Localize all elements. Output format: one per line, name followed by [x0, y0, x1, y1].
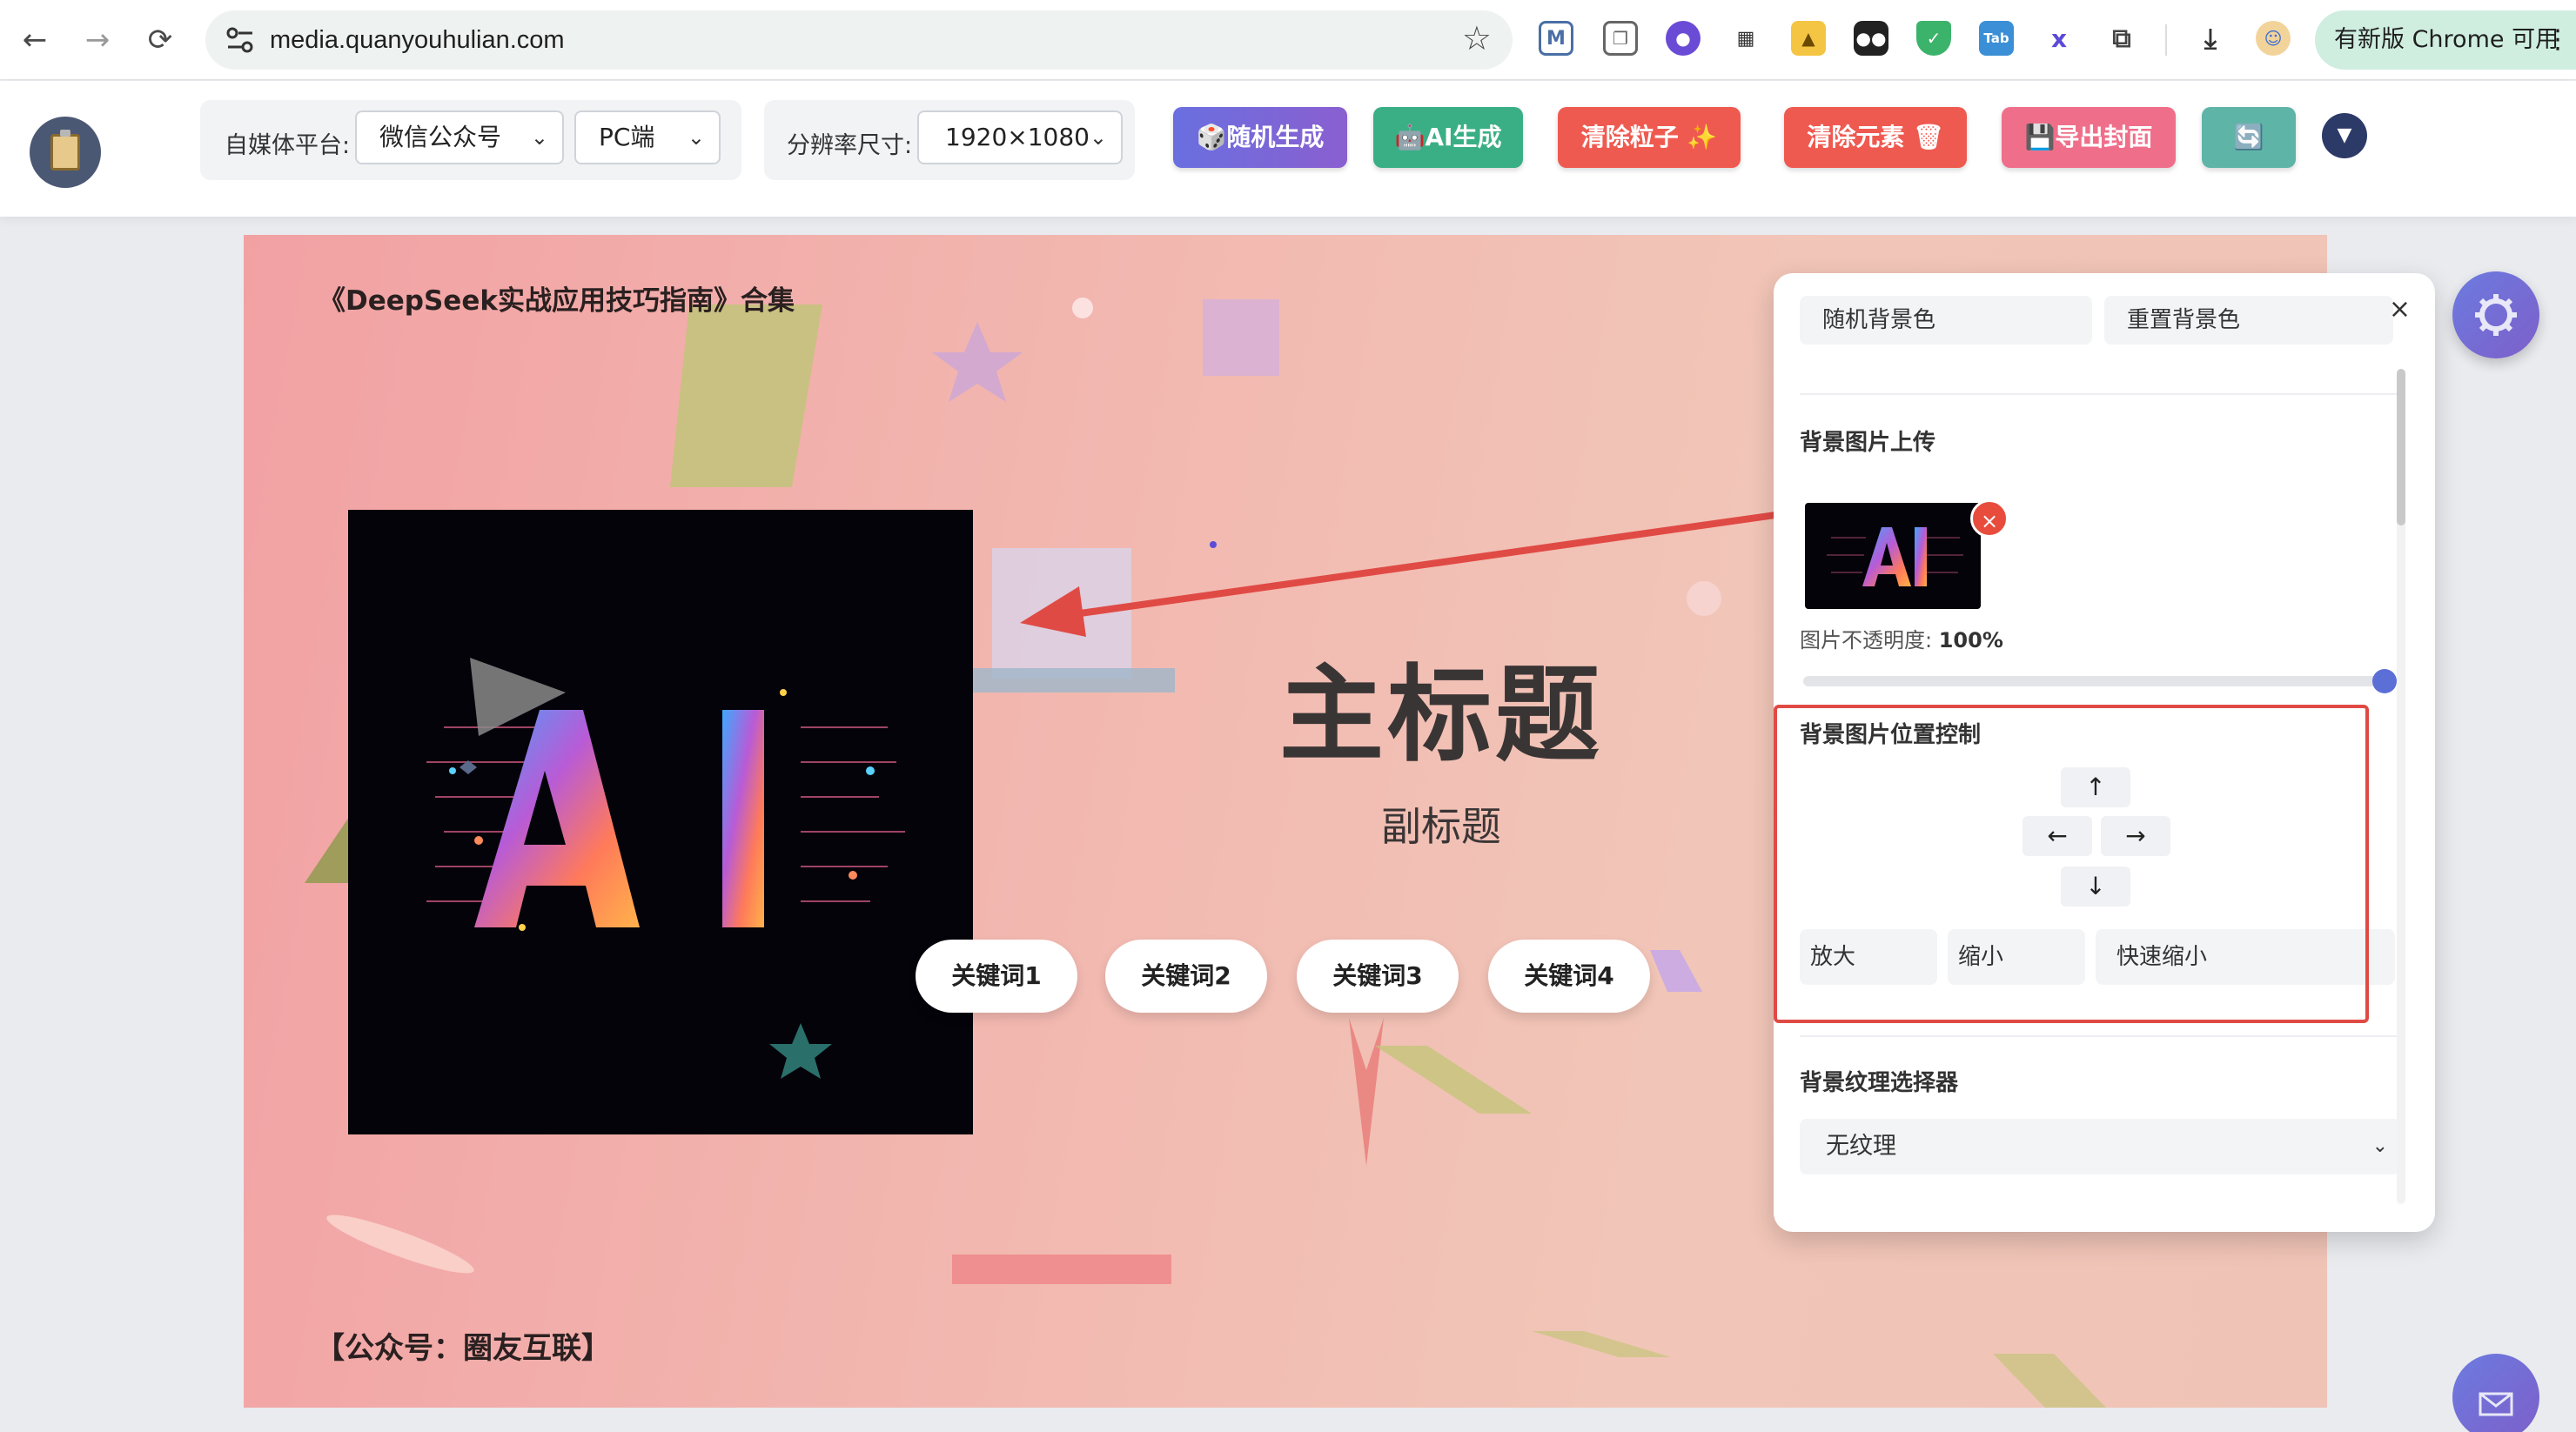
upload-section-title: 背景图片上传 — [1800, 430, 1936, 456]
opacity-label: 图片不透明度: — [1800, 628, 1933, 652]
texture-select-value: 无纹理 — [1826, 1133, 1896, 1160]
platform-select-value: 微信公众号 — [379, 123, 502, 151]
settings-gear-button[interactable] — [2452, 271, 2539, 358]
resolution-select[interactable]: 1920×1080 ⌄ — [917, 110, 1123, 164]
device-select-value: PC端 — [599, 123, 655, 151]
resolution-select-value: 1920×1080 — [945, 123, 1090, 151]
site-settings-icon[interactable] — [223, 24, 258, 56]
opacity-slider-track[interactable] — [1803, 676, 2385, 686]
reload-icon[interactable]: ⟳ — [139, 19, 181, 61]
mail-button[interactable] — [2452, 1354, 2539, 1432]
chrome-update-button[interactable]: 有新版 Chrome 可用 ⋮ — [2315, 10, 2576, 70]
platform-label: 自媒体平台: — [225, 132, 351, 159]
keyword-tag-1[interactable]: 关键词1 — [916, 940, 1077, 1013]
random-bg-color-button[interactable]: 随机背景色 — [1800, 296, 2092, 345]
device-select[interactable]: PC端 ⌄ — [574, 110, 721, 164]
platform-group: 自媒体平台: 微信公众号 ⌄ PC端 ⌄ — [200, 100, 741, 180]
extension-m-icon[interactable]: M — [1539, 21, 1573, 56]
divider — [1800, 1035, 2400, 1037]
extension-eyes-icon[interactable]: ●● — [1854, 21, 1888, 56]
address-bar[interactable]: media.quanyouhulian.com ☆ — [205, 10, 1513, 70]
resolution-label: 分辨率尺寸: — [787, 132, 913, 159]
platform-select[interactable]: 微信公众号 ⌄ — [355, 110, 564, 164]
close-icon[interactable]: × — [2389, 294, 2411, 325]
extension-shield-icon[interactable]: ✓ — [1916, 21, 1951, 56]
keyword-tag-4[interactable]: 关键词4 — [1488, 940, 1650, 1013]
chevron-down-icon: ⌄ — [530, 125, 548, 150]
chevron-down-icon: ⌄ — [687, 125, 705, 150]
opacity-slider-thumb[interactable] — [2372, 669, 2397, 693]
extension-chart-icon[interactable]: ▲ — [1791, 21, 1826, 56]
clipboard-icon — [50, 130, 80, 171]
main-title[interactable]: 主标题 — [1128, 630, 1754, 781]
app-toolbar: 自媒体平台: 微信公众号 ⌄ PC端 ⌄ 分辨率尺寸: 1920×1080 ⌄ … — [0, 81, 2576, 217]
more-vert-icon[interactable]: ⋮ — [2545, 10, 2571, 70]
bg-image-thumbnail[interactable] — [1805, 503, 1981, 609]
extension-face-icon[interactable]: ● — [1666, 21, 1701, 56]
download-icon[interactable]: ⤓ — [2193, 21, 2228, 56]
extension-qr-icon[interactable]: ▦ — [1728, 21, 1763, 56]
extension-tab-label: Tab — [1983, 30, 2009, 46]
chevron-down-icon: ⌄ — [1089, 125, 1107, 150]
back-arrow-icon[interactable]: ← — [14, 19, 56, 61]
sub-title[interactable]: 副标题 — [1285, 795, 1598, 853]
chevron-down-icon: ⌄ — [2371, 1135, 2388, 1157]
random-generate-button[interactable]: 🎲随机生成 — [1173, 107, 1347, 168]
position-control-highlight — [1774, 705, 2369, 1023]
gear-icon — [2475, 294, 2517, 336]
clear-particles-button[interactable]: 清除粒子 ✨ — [1558, 107, 1741, 168]
profile-avatar-icon[interactable]: ☺ — [2256, 21, 2291, 56]
toolbar-divider — [2165, 24, 2167, 56]
resolution-group: 分辨率尺寸: 1920×1080 ⌄ — [764, 100, 1135, 180]
opacity-readout: 图片不透明度: 100% — [1800, 623, 2003, 653]
opacity-value: 100% — [1938, 628, 2003, 652]
url-text[interactable]: media.quanyouhulian.com — [270, 24, 565, 56]
keyword-tag-2[interactable]: 关键词2 — [1105, 940, 1267, 1013]
extension-tab-icon[interactable]: Tab — [1979, 21, 2014, 56]
divider — [1800, 393, 2400, 395]
texture-section-title: 背景纹理选择器 — [1800, 1070, 1959, 1096]
remove-image-button[interactable]: × — [1970, 499, 2009, 538]
scrollbar-thumb[interactable] — [2397, 369, 2405, 525]
thumbnail-artwork — [1827, 527, 1963, 586]
texture-select[interactable]: 无纹理 ⌄ — [1800, 1119, 2400, 1174]
panel-scrollbar[interactable] — [2397, 369, 2405, 1204]
extension-copy-icon[interactable]: ❐ — [1603, 21, 1638, 56]
forward-arrow-icon[interactable]: → — [77, 19, 118, 61]
mail-icon — [2479, 1392, 2513, 1416]
keyword-tag-3[interactable]: 关键词3 — [1297, 940, 1459, 1013]
refresh-button[interactable]: 🔄 — [2202, 107, 2296, 168]
chrome-update-label: 有新版 Chrome 可用 — [2334, 26, 2559, 53]
export-cover-button[interactable]: 💾导出封面 — [2002, 107, 2176, 168]
more-dropdown-button[interactable]: ▼ — [2322, 113, 2367, 158]
extensions-puzzle-icon[interactable]: ⧉ — [2104, 21, 2139, 56]
ai-generate-button[interactable]: 🤖AI生成 — [1373, 107, 1523, 168]
extension-x-icon[interactable]: x — [2042, 21, 2076, 56]
browser-toolbar: ← → ⟳ media.quanyouhulian.com ☆ M ❐ ● ▦ … — [0, 0, 2576, 80]
clear-elements-button[interactable]: 清除元素 🗑 — [1784, 107, 1967, 168]
footer-text: 【公众号：圈友互联】 — [315, 1331, 611, 1366]
clipboard-button[interactable] — [30, 117, 101, 188]
bookmark-star-icon[interactable]: ☆ — [1462, 19, 1492, 57]
reset-bg-color-button[interactable]: 重置背景色 — [2104, 296, 2393, 345]
